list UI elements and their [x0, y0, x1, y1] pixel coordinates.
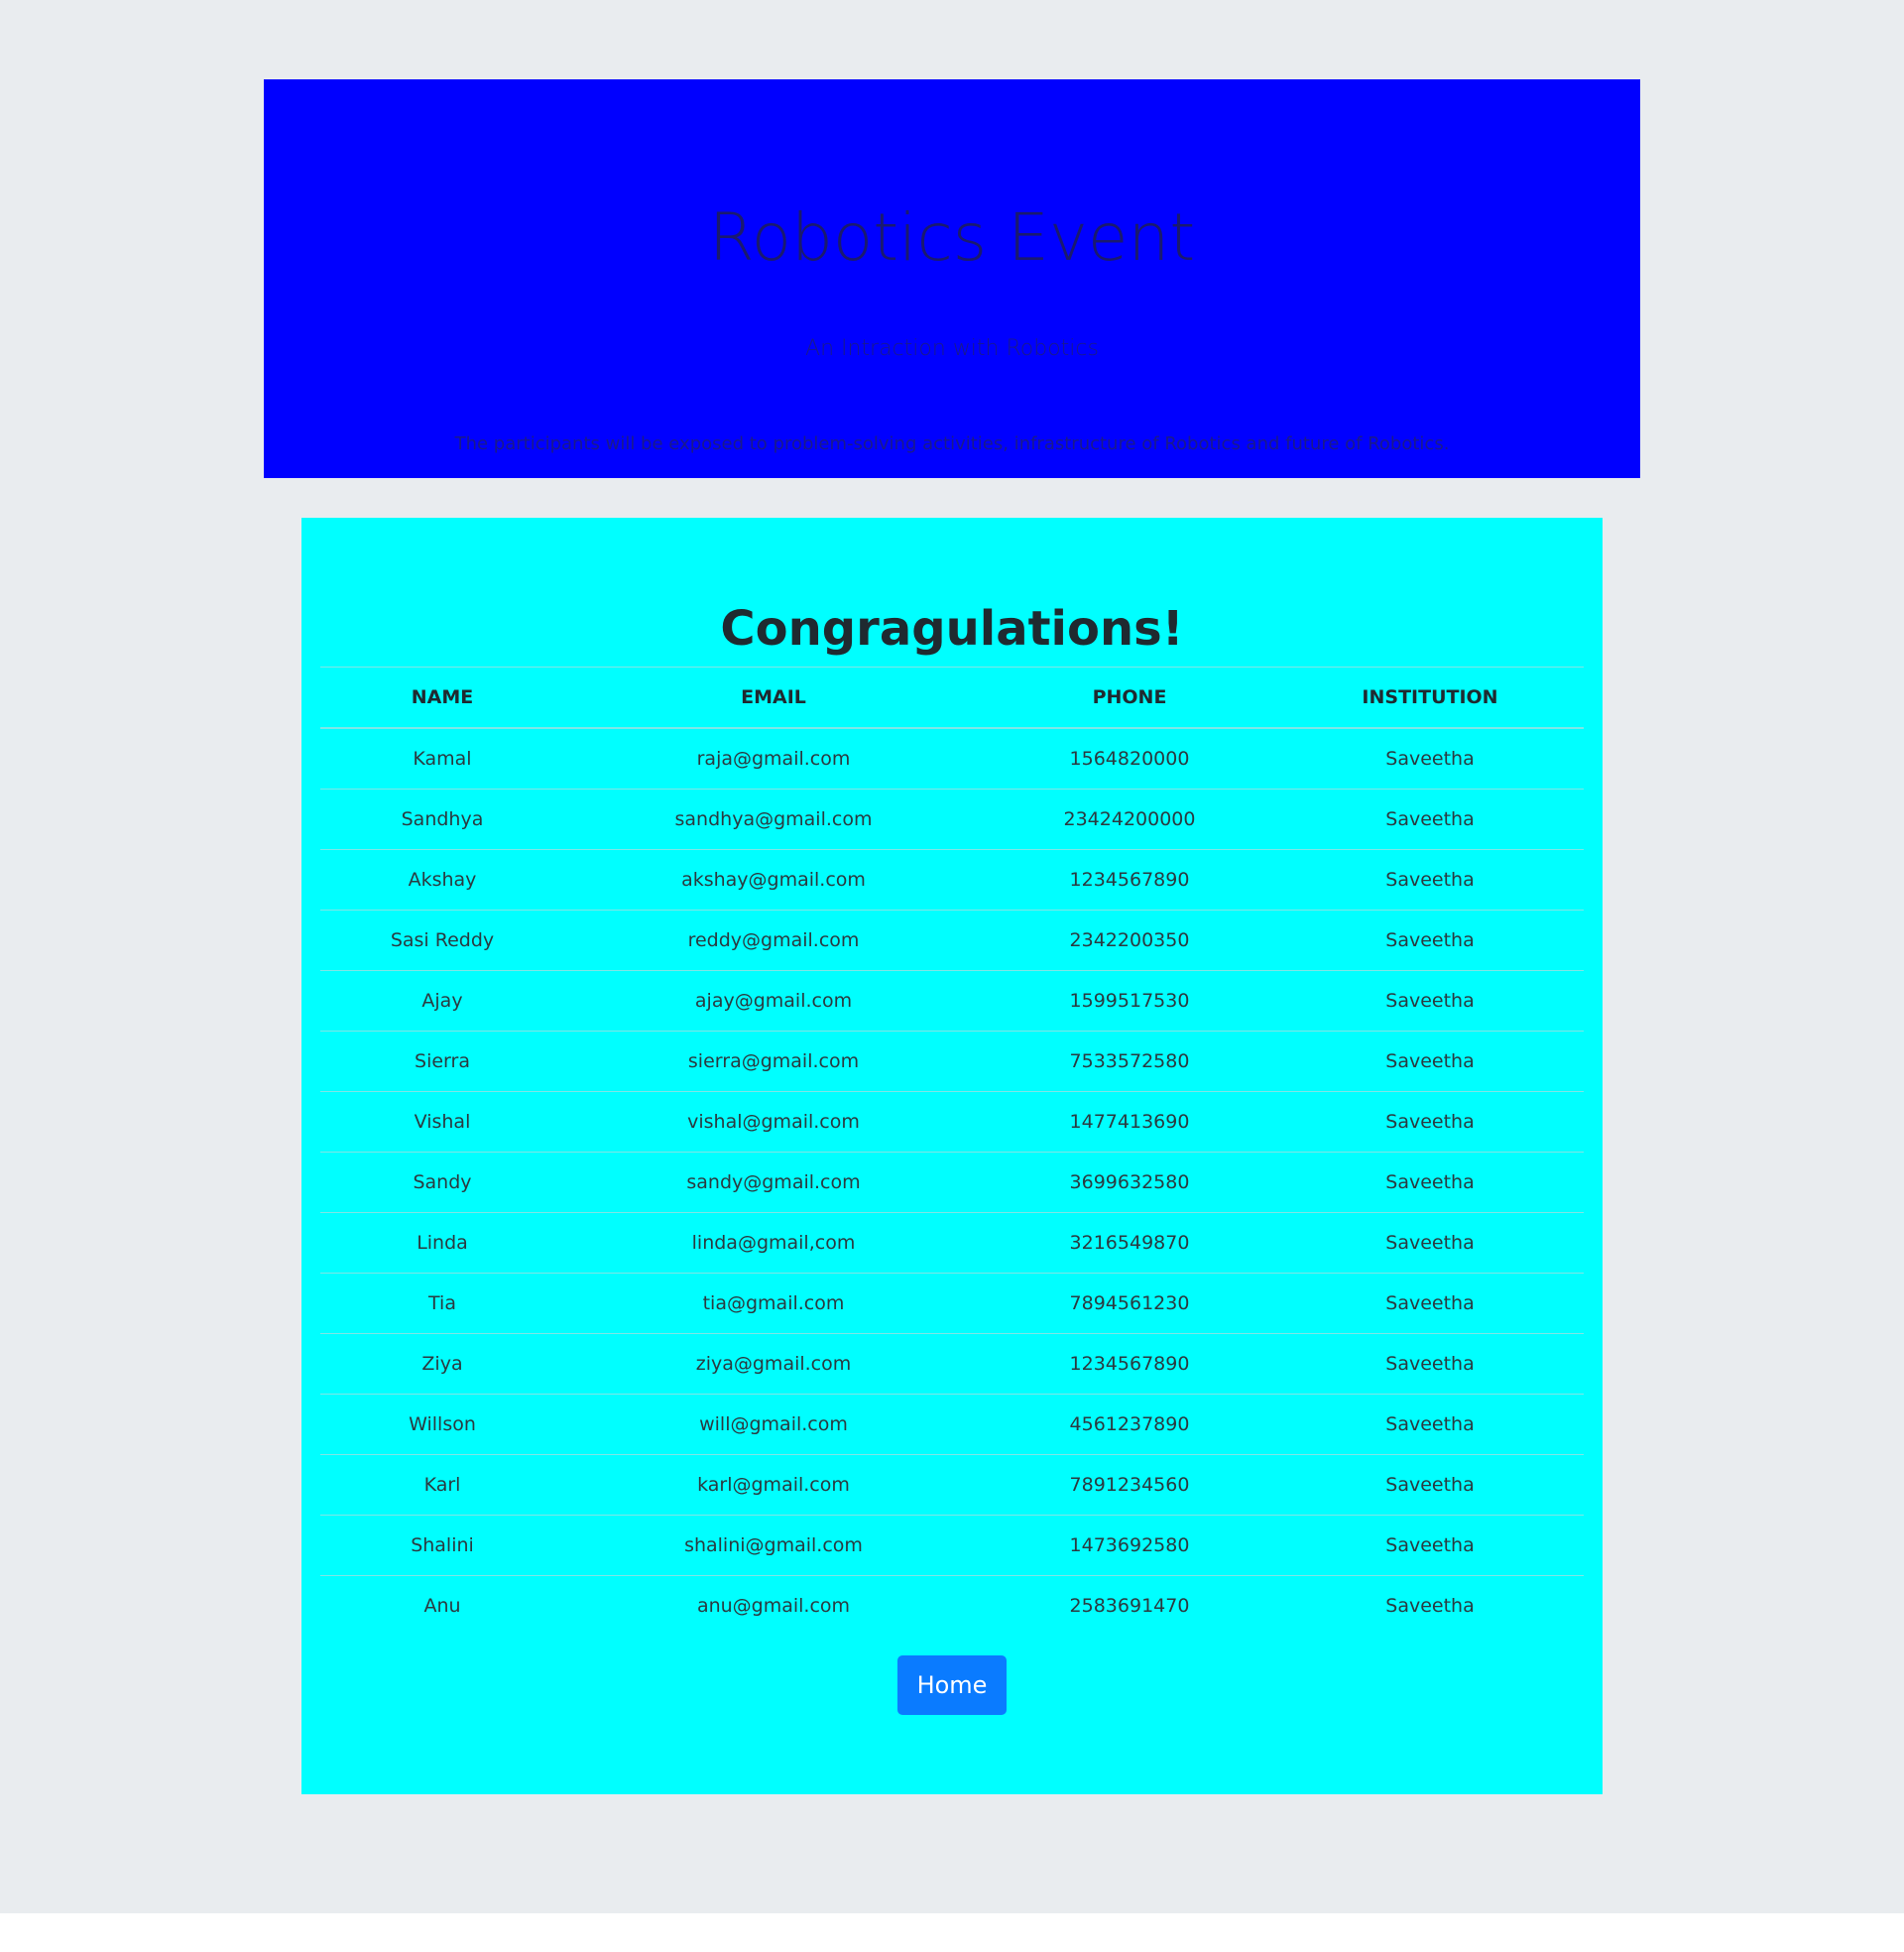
column-header-phone: PHONE: [983, 667, 1276, 729]
column-header-institution: INSTITUTION: [1276, 667, 1584, 729]
table-row: Tia tia@gmail.com 7894561230 Saveetha: [320, 1273, 1584, 1334]
cell-phone: 1599517530: [983, 970, 1276, 1032]
cell-institution: Saveetha: [1276, 910, 1584, 971]
cell-email: sandhya@gmail.com: [564, 789, 983, 850]
participants-table: NAME EMAIL PHONE INSTITUTION Kamal raja@g…: [320, 667, 1584, 1636]
table-row: Ajay ajay@gmail.com 1599517530 Saveetha: [320, 970, 1584, 1032]
cell-phone: 1234567890: [983, 849, 1276, 911]
table-row: Anu anu@gmail.com 2583691470 Saveetha: [320, 1575, 1584, 1636]
cell-name: Shalini: [320, 1515, 564, 1576]
table-body: Kamal raja@gmail.com 1564820000 Saveetha San…: [320, 728, 1584, 1636]
cell-name: Kamal: [413, 748, 472, 770]
cell-email: ajay@gmail.com: [564, 970, 983, 1032]
cell-institution: Saveetha: [1276, 1031, 1584, 1092]
table-row: Vishal vishal@gmail.com 1477413690 Saveetha: [320, 1091, 1584, 1153]
cell-email: will@gmail.com: [564, 1394, 983, 1455]
cell-phone: 1564820000: [1069, 748, 1190, 770]
table-row: Kamal raja@gmail.com 1564820000 Saveetha: [320, 728, 1584, 790]
cell-email: tia@gmail.com: [564, 1273, 983, 1334]
cell-email: ziya@gmail.com: [564, 1333, 983, 1395]
table-row: Akshay akshay@gmail.com 1234567890 Saveetha: [320, 849, 1584, 911]
cell-institution: Saveetha: [1276, 1091, 1584, 1153]
cell-phone: 3216549870: [983, 1212, 1276, 1274]
cell-institution: Saveetha: [1276, 1515, 1584, 1576]
hero-subtitle: An Intraction with Robotics: [805, 336, 1099, 361]
cell-phone: 1473692580: [983, 1515, 1276, 1576]
cell-phone: 2342200350: [983, 910, 1276, 971]
cell-phone: 4561237890: [983, 1394, 1276, 1455]
table-row: Sandy sandy@gmail.com 3699632580 Saveetha: [320, 1152, 1584, 1213]
table-row: Linda linda@gmail,com 3216549870 Saveetha: [320, 1212, 1584, 1274]
cell-name: Sasi Reddy: [320, 910, 564, 971]
table-row: Sandhya sandhya@gmail.com 23424200000 Savee…: [320, 789, 1584, 850]
table-header: NAME EMAIL PHONE INSTITUTION: [320, 667, 1584, 729]
table-row: Sierra sierra@gmail.com 7533572580 Saveetha: [320, 1031, 1584, 1092]
cell-name: Akshay: [320, 849, 564, 911]
cell-email: sandy@gmail.com: [564, 1152, 983, 1213]
cell-email: sierra@gmail.com: [564, 1031, 983, 1092]
cell-institution: Saveetha: [1276, 1273, 1584, 1334]
cell-institution: Saveetha: [1276, 789, 1584, 850]
cell-name: Sandy: [320, 1152, 564, 1213]
table-row: Ziya ziya@gmail.com 1234567890 Saveetha: [320, 1333, 1584, 1395]
cell-phone: 3699632580: [983, 1152, 1276, 1213]
cell-email: vishal@gmail.com: [564, 1091, 983, 1153]
cell-phone: 7533572580: [983, 1031, 1276, 1092]
hero-description: The participants will be exposed to prob…: [454, 433, 1450, 454]
cell-institution: Saveetha: [1276, 849, 1584, 911]
cell-phone: 7891234560: [983, 1454, 1276, 1516]
header-row: NAME EMAIL PHONE INSTITUTION: [320, 667, 1584, 729]
cell-phone: 7894561230: [983, 1273, 1276, 1334]
column-header-email: EMAIL: [564, 667, 983, 729]
table-row: Karl karl@gmail.com 7891234560 Saveetha: [320, 1454, 1584, 1516]
cell-email: karl@gmail.com: [564, 1454, 983, 1516]
cell-phone: 23424200000: [983, 789, 1276, 850]
results-title: Congragulations!: [720, 601, 1184, 657]
hero-title: Robotics Event: [708, 199, 1196, 276]
cell-institution: Saveetha: [1276, 970, 1584, 1032]
cell-institution: Saveetha: [1276, 1454, 1584, 1516]
cell-name: Linda: [320, 1212, 564, 1274]
cell-email: anu@gmail.com: [564, 1575, 983, 1636]
cell-email: linda@gmail,com: [564, 1212, 983, 1274]
cell-name: Sierra: [320, 1031, 564, 1092]
table-row: Willson will@gmail.com 4561237890 Saveetha: [320, 1394, 1584, 1455]
cell-name: Ajay: [320, 970, 564, 1032]
cell-institution: Saveetha: [1276, 1394, 1584, 1455]
cell-name: Sandhya: [320, 789, 564, 850]
cell-name: Vishal: [320, 1091, 564, 1153]
cell-email: reddy@gmail.com: [564, 910, 983, 971]
cell-email: shalini@gmail.com: [564, 1515, 983, 1576]
cell-name: Ziya: [320, 1333, 564, 1395]
cell-phone: 1477413690: [983, 1091, 1276, 1153]
cell-institution: Saveetha: [1276, 1575, 1584, 1636]
cell-name: Tia: [320, 1273, 564, 1334]
cell-name: Willson: [320, 1394, 564, 1455]
cell-phone: 2583691470: [983, 1575, 1276, 1636]
hero-jumbotron: Robotics Event An Intraction with Roboti…: [264, 79, 1640, 478]
cell-name: Karl: [320, 1454, 564, 1516]
cell-email: akshay@gmail.com: [564, 849, 983, 911]
cell-phone: 1234567890: [983, 1333, 1276, 1395]
cell-institution: Saveetha: [1385, 748, 1475, 770]
cell-institution: Saveetha: [1276, 1152, 1584, 1213]
column-header-name: NAME: [320, 667, 564, 729]
cell-institution: Saveetha: [1276, 1333, 1584, 1395]
cell-institution: Saveetha: [1276, 1212, 1584, 1274]
table-row: Shalini shalini@gmail.com 1473692580 Saveet…: [320, 1515, 1584, 1576]
cell-name: Anu: [320, 1575, 564, 1636]
cell-email: raja@gmail.com: [696, 748, 851, 770]
table-row: Sasi Reddy reddy@gmail.com 2342200350 Savee…: [320, 910, 1584, 971]
home-button[interactable]: Home: [897, 1655, 1007, 1715]
